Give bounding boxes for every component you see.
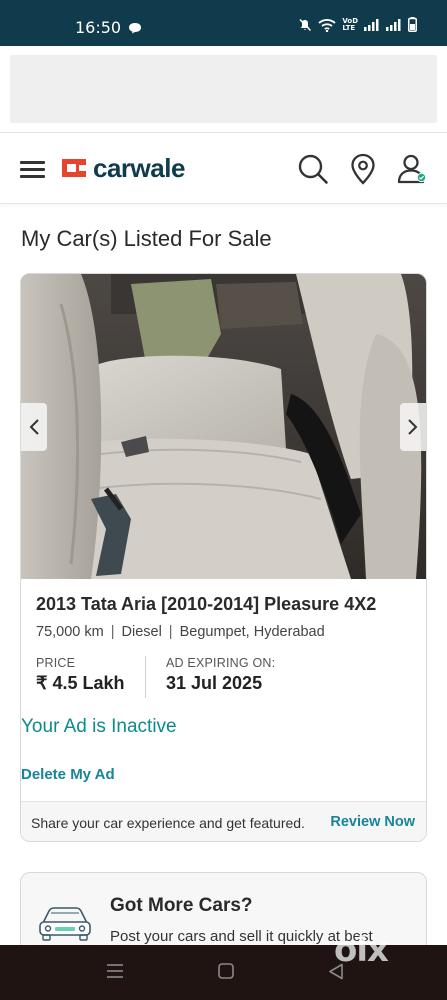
listing-card: 2013 Tata Aria [2010-2014] Pleasure 4X2 … xyxy=(20,273,427,842)
hamburger-icon[interactable] xyxy=(20,159,46,179)
expiry-block: AD EXPIRING ON: 31 Jul 2025 xyxy=(166,656,275,694)
price-value: ₹ 4.5 Lakh xyxy=(36,673,125,693)
fuel-type: Diesel xyxy=(121,624,162,640)
recents-icon[interactable] xyxy=(106,963,124,984)
share-experience-text: Share your car experience and get featur… xyxy=(31,815,305,831)
divider xyxy=(145,656,146,698)
logo-text: carwale xyxy=(93,153,185,183)
search-icon[interactable] xyxy=(297,153,329,190)
page-title: My Car(s) Listed For Sale xyxy=(21,226,272,251)
carwale-logo-mark-icon xyxy=(62,159,86,177)
status-bar: 16:50 VoD LTE xyxy=(0,0,447,46)
mute-icon xyxy=(298,18,312,32)
location-pin-icon[interactable] xyxy=(350,153,376,190)
network-type-label: VoD LTE xyxy=(342,17,358,32)
signal-icon-1 xyxy=(364,18,380,31)
review-now-link[interactable]: Review Now xyxy=(330,814,415,830)
app-header: carwale xyxy=(0,132,447,204)
more-cars-title: Got More Cars? xyxy=(110,895,253,916)
battery-icon xyxy=(408,17,417,32)
chevron-left-icon[interactable] xyxy=(21,403,47,451)
ad-banner-area xyxy=(0,46,447,132)
ad-status-text: Your Ad is Inactive xyxy=(21,716,177,737)
home-icon[interactable] xyxy=(218,963,234,984)
wifi-icon xyxy=(318,18,336,32)
car-photo[interactable] xyxy=(21,274,426,579)
delete-ad-link[interactable]: Delete My Ad xyxy=(21,766,115,783)
car-title[interactable]: 2013 Tata Aria [2010-2014] Pleasure 4X2 xyxy=(36,594,376,615)
car-specs: 75,000 km | Diesel | Begumpet, Hyderabad xyxy=(36,624,325,640)
chat-notification-icon xyxy=(128,21,142,39)
expiry-label: AD EXPIRING ON: xyxy=(166,656,276,670)
spec-separator: | xyxy=(168,624,173,640)
status-time: 16:50 xyxy=(75,18,122,37)
spec-separator: | xyxy=(110,624,115,640)
price-block: PRICE ₹ 4.5 Lakh xyxy=(36,656,125,694)
kms-driven: 75,000 km xyxy=(36,624,104,640)
car-icon xyxy=(37,901,93,948)
price-label: PRICE xyxy=(36,656,76,670)
network-label-bottom: LTE xyxy=(342,23,356,32)
signal-icon-2 xyxy=(386,18,402,31)
car-location: Begumpet, Hyderabad xyxy=(179,624,325,640)
olx-watermark: olx xyxy=(334,930,389,970)
expiry-value: 31 Jul 2025 xyxy=(166,673,263,693)
user-icon[interactable] xyxy=(396,153,428,190)
status-icons: VoD LTE xyxy=(298,17,417,32)
card-footer: Share your car experience and get featur… xyxy=(21,801,426,841)
carwale-logo[interactable]: carwale xyxy=(59,155,185,181)
chevron-right-icon[interactable] xyxy=(400,403,426,451)
ad-placeholder xyxy=(10,55,437,123)
